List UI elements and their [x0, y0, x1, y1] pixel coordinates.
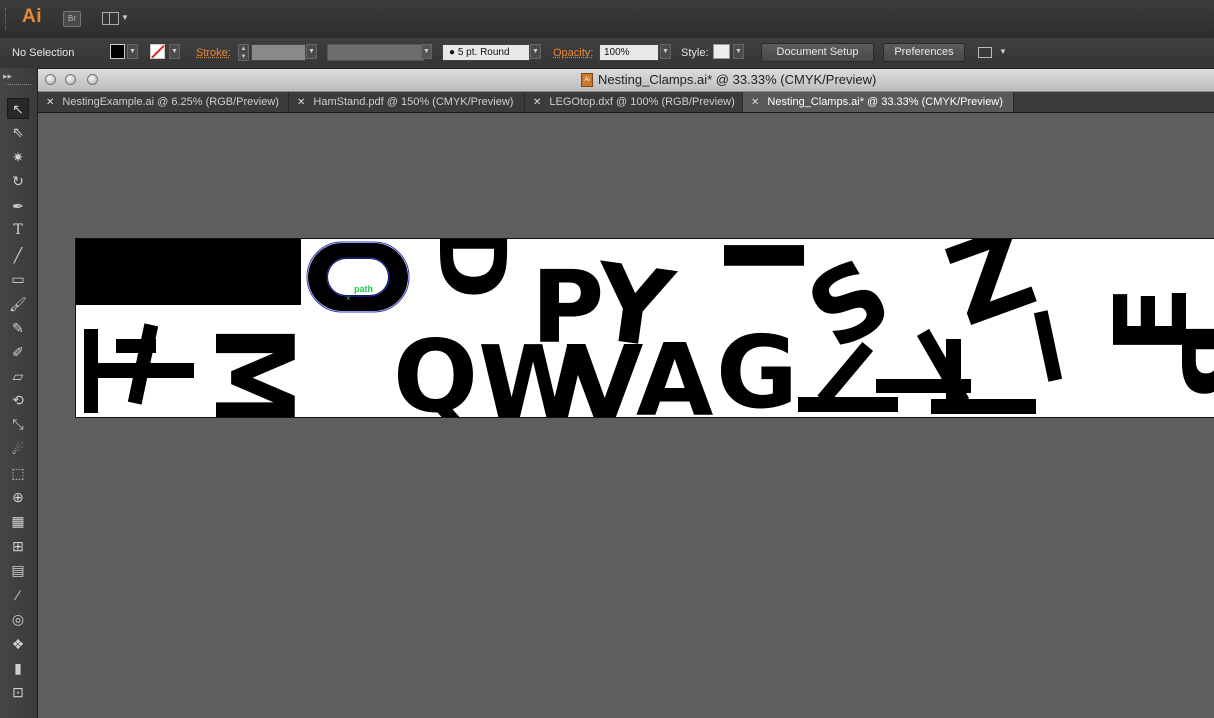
minimize-window-button[interactable]: [65, 74, 76, 85]
selected-o-shape[interactable]: path ×: [306, 241, 410, 313]
profile-dropdown[interactable]: ▼: [421, 44, 432, 59]
tab-legotop[interactable]: ✕ LEGOtop.dxf @ 100% (RGB/Preview): [525, 92, 743, 112]
arrange-documents-icon: [102, 12, 119, 25]
eyedropper-tool-icon[interactable]: ⁄: [7, 585, 29, 606]
document-title-bar[interactable]: Ai Nesting_Clamps.ai* @ 33.33% (CMYK/Pre…: [38, 69, 1214, 92]
line-tool-icon[interactable]: ╱: [7, 245, 29, 266]
control-bar: No Selection ▼ ▼ Stroke: ▲ ▼ ▼ ▼ ● 5 pt. …: [0, 38, 1214, 69]
document-tab-bar: ✕ NestingExample.ai @ 6.25% (RGB/Preview)…: [38, 92, 1214, 113]
pencil-tool-icon[interactable]: ✎: [7, 318, 29, 339]
chevron-down-icon[interactable]: ▼: [999, 47, 1007, 56]
letter-d-shape[interactable]: D: [418, 239, 525, 299]
rotated-l-shape[interactable]: [931, 339, 1036, 414]
collapse-panel-icon[interactable]: ▸▸: [3, 71, 12, 82]
lasso-tool-icon[interactable]: ↻: [7, 171, 29, 192]
magic-wand-tool-icon[interactable]: ✷: [7, 147, 29, 168]
document-setup-button[interactable]: Document Setup: [761, 43, 874, 62]
opacity-dropdown[interactable]: ▼: [660, 44, 671, 59]
rectangle-tool-icon[interactable]: ▭: [7, 269, 29, 290]
brush-dropdown[interactable]: ▼: [530, 44, 541, 59]
brush-dot-icon: ●: [449, 47, 456, 58]
letter-v-shape[interactable]: V: [566, 324, 643, 418]
stroke-weight-field[interactable]: [251, 44, 306, 61]
opacity-panel-link[interactable]: Opacity:: [553, 44, 593, 62]
direct-selection-tool-icon[interactable]: ⇖: [7, 122, 29, 143]
pen-tool-icon[interactable]: ✒: [7, 196, 29, 217]
preferences-button[interactable]: Preferences: [883, 43, 965, 62]
letter-g-shape[interactable]: G: [716, 314, 798, 418]
selection-status: No Selection: [12, 47, 75, 59]
letter-r-shape[interactable]: R: [305, 396, 388, 418]
close-tab-icon[interactable]: ✕: [46, 97, 54, 108]
letter-m-shape[interactable]: M: [190, 324, 315, 418]
tab-label: Nesting_Clamps.ai* @ 33.33% (CMYK/Previe…: [767, 96, 1003, 108]
letter-b-shape[interactable]: B: [1156, 319, 1214, 401]
artwork[interactable]: path × D P Y I S Z E M R Q W V A G: [76, 239, 1214, 418]
artboard[interactable]: path × D P Y I S Z E M R Q W V A G: [75, 238, 1214, 418]
document-title: Nesting_Clamps.ai* @ 33.33% (CMYK/Previe…: [598, 72, 877, 87]
mesh-tool-icon[interactable]: ⊞: [7, 536, 29, 557]
stroke-dropdown-arrow[interactable]: ▼: [169, 44, 180, 59]
fill-dropdown-arrow[interactable]: ▼: [127, 44, 138, 59]
application-bar: Ai Br ▼: [0, 0, 1214, 39]
warp-tool-icon[interactable]: ☄: [7, 439, 29, 460]
close-tab-icon[interactable]: ✕: [533, 97, 541, 108]
letter-a-shape[interactable]: A: [636, 322, 713, 418]
isolate-object-icon[interactable]: [978, 47, 992, 58]
chevron-down-icon: ▼: [121, 13, 129, 22]
stroke-panel-link[interactable]: Stroke:: [196, 44, 231, 62]
brush-definition-field[interactable]: ● 5 pt. Round: [442, 44, 530, 61]
brush-label: 5 pt. Round: [457, 47, 510, 58]
stroke-color-swatch[interactable]: [150, 44, 165, 59]
variable-width-profile-field[interactable]: [327, 44, 424, 61]
black-rectangle-shape[interactable]: [76, 239, 301, 305]
zoom-window-button[interactable]: [87, 74, 98, 85]
eraser-tool-icon[interactable]: ▱: [7, 366, 29, 387]
artboard-tool-icon[interactable]: ⊡: [7, 682, 29, 703]
graphic-style-dropdown[interactable]: ▼: [733, 44, 744, 59]
close-tab-icon[interactable]: ✕: [297, 97, 305, 108]
path-hover-label: path: [354, 284, 373, 294]
blend-tool-icon[interactable]: ◎: [7, 609, 29, 630]
letter-n-shape[interactable]: [1033, 310, 1063, 382]
shape-builder-tool-icon[interactable]: ⊕: [7, 487, 29, 508]
type-tool-icon[interactable]: T: [7, 220, 29, 241]
blob-brush-tool-icon[interactable]: ✐: [7, 342, 29, 363]
grip-handle[interactable]: [5, 8, 8, 30]
style-label: Style:: [681, 47, 709, 59]
scale-tool-icon[interactable]: ⤡: [7, 414, 29, 435]
letter-z-shape[interactable]: Z: [932, 239, 1051, 351]
gradient-tool-icon[interactable]: ▤: [7, 560, 29, 581]
letter-q-shape[interactable]: Q: [393, 318, 478, 418]
tab-nesting-example[interactable]: ✕ NestingExample.ai @ 6.25% (RGB/Preview): [38, 92, 289, 112]
anchor-point-marker: ×: [346, 294, 351, 303]
tab-label: NestingExample.ai @ 6.25% (RGB/Preview): [62, 96, 279, 108]
free-transform-tool-icon[interactable]: ⬚: [7, 463, 29, 484]
selection-tool-icon[interactable]: ↖: [7, 98, 29, 119]
fill-color-swatch[interactable]: [110, 44, 125, 59]
close-tab-icon[interactable]: ✕: [751, 97, 759, 108]
tab-hamstand[interactable]: ✕ HamStand.pdf @ 150% (CMYK/Preview): [289, 92, 525, 112]
panel-grip[interactable]: [6, 84, 31, 87]
tab-label: LEGOtop.dxf @ 100% (RGB/Preview): [549, 96, 735, 108]
opacity-field[interactable]: 100%: [599, 44, 659, 61]
tab-label: HamStand.pdf @ 150% (CMYK/Preview): [313, 96, 514, 108]
tools-panel-header[interactable]: ▸▸: [0, 68, 37, 88]
paintbrush-tool-icon[interactable]: 🖌: [7, 294, 29, 315]
perspective-grid-tool-icon[interactable]: ▦: [7, 511, 29, 532]
column-graph-tool-icon[interactable]: ▮: [7, 658, 29, 679]
go-to-bridge-button[interactable]: Br: [63, 11, 81, 27]
graphic-style-swatch[interactable]: [713, 44, 730, 59]
tab-nesting-clamps[interactable]: ✕ Nesting_Clamps.ai* @ 33.33% (CMYK/Previ…: [743, 92, 1014, 112]
tools-panel: ▸▸ ↖ ⇖ ✷ ↻ ✒ T ╱ ▭ 🖌 ✎ ✐ ▱ ⟲ ⤡ ☄ ⬚ ⊕ ▦ ⊞…: [0, 68, 38, 718]
ai-file-icon: Ai: [581, 73, 593, 87]
illustrator-logo: Ai: [22, 6, 42, 27]
arrange-documents-button[interactable]: ▼: [102, 11, 130, 27]
close-window-button[interactable]: [45, 74, 56, 85]
stroke-weight-stepper[interactable]: ▲ ▼: [238, 44, 249, 61]
stroke-weight-dropdown[interactable]: ▼: [306, 44, 317, 59]
rotate-tool-icon[interactable]: ⟲: [7, 390, 29, 411]
symbol-sprayer-tool-icon[interactable]: ❖: [7, 634, 29, 655]
